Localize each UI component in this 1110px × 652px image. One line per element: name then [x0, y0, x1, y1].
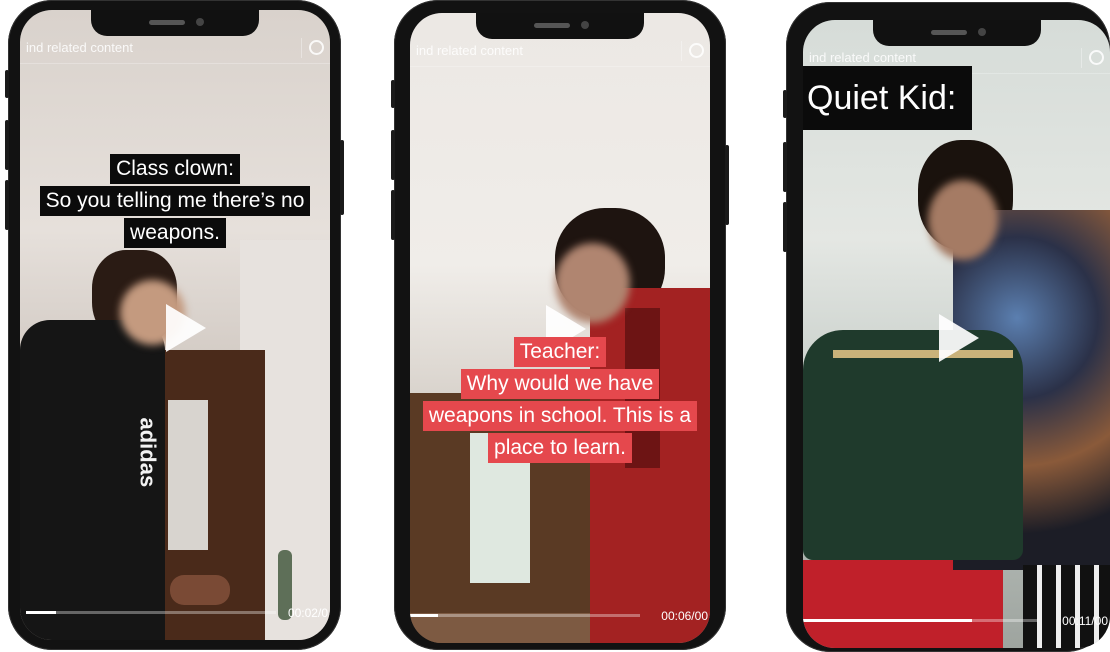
side-button: [725, 145, 729, 225]
green-bag: [803, 330, 1023, 560]
search-bar[interactable]: ind related content: [20, 32, 330, 64]
video-caption: Quiet Kid:: [803, 66, 973, 130]
video-screen-3[interactable]: ind related content Quiet Kid: 00:11/00: [803, 20, 1110, 648]
bag-strap: [833, 350, 1013, 358]
side-button: [391, 80, 395, 108]
floor-rug: [410, 613, 610, 643]
progress-fill: [26, 611, 56, 614]
video-caption: Teacher: Why would we have weapons in sc…: [410, 337, 710, 465]
caption-line: Class clown:: [110, 154, 240, 184]
search-icon[interactable]: [689, 43, 704, 58]
shirt-logo: adidas: [91, 418, 161, 488]
search-divider: [1081, 48, 1082, 68]
caption-line: place to learn.: [488, 433, 632, 463]
video-caption: Class clown: So you telling me there’s n…: [20, 154, 330, 250]
side-button: [5, 70, 9, 98]
video-screen-1[interactable]: adidas ind related content Class clown: …: [20, 10, 330, 640]
hands: [170, 575, 230, 605]
search-placeholder: ind related content: [416, 43, 523, 58]
search-divider: [301, 38, 302, 58]
side-button: [783, 202, 787, 252]
play-icon[interactable]: [166, 304, 206, 352]
progress-fill: [410, 614, 438, 617]
side-button: [783, 90, 787, 118]
phone-notch: [872, 20, 1041, 46]
blurred-face: [928, 180, 998, 260]
search-divider: [681, 41, 682, 61]
side-button: [5, 120, 9, 170]
side-button: [391, 190, 395, 240]
side-button: [783, 142, 787, 192]
phone-frame-1: adidas ind related content Class clown: …: [5, 0, 344, 650]
phone-frame-2: ind related content Teacher: Why would w…: [391, 0, 729, 650]
phone-notch: [91, 10, 259, 36]
caption-line: weapons.: [124, 218, 226, 248]
side-button: [5, 180, 9, 230]
play-icon[interactable]: [939, 314, 979, 362]
search-icon[interactable]: [309, 40, 324, 55]
progress-bar[interactable]: [803, 619, 1038, 622]
side-button: [391, 130, 395, 180]
caption-line: Teacher:: [513, 337, 607, 367]
progress-bar[interactable]: [410, 614, 640, 617]
progress-fill: [803, 619, 973, 622]
search-bar[interactable]: ind related content: [410, 35, 710, 67]
timestamp: 00:02/0: [287, 606, 328, 620]
caption-line: So you telling me there’s no: [39, 186, 311, 216]
cabinet-mirror: [168, 400, 208, 550]
striped-pants: [1023, 565, 1110, 648]
caption-line: Quiet Kid:: [803, 66, 973, 130]
search-placeholder: ind related content: [809, 50, 916, 65]
video-screen-2[interactable]: ind related content Teacher: Why would w…: [410, 13, 710, 643]
search-placeholder: ind related content: [26, 40, 133, 55]
timestamp: 00:11/00: [1062, 614, 1108, 628]
side-button: [340, 140, 344, 215]
red-clothes: [803, 560, 1003, 648]
search-icon[interactable]: [1089, 50, 1104, 65]
progress-bar[interactable]: [26, 611, 276, 614]
caption-line: weapons in school. This is a: [422, 401, 698, 431]
phone-frame-3: ind related content Quiet Kid: 00:11/00: [783, 2, 1110, 652]
timestamp: 00:06/00: [661, 609, 708, 623]
caption-line: Why would we have: [460, 369, 660, 399]
shirt-logo-text: adidas: [135, 417, 161, 488]
phone-notch: [476, 13, 644, 39]
